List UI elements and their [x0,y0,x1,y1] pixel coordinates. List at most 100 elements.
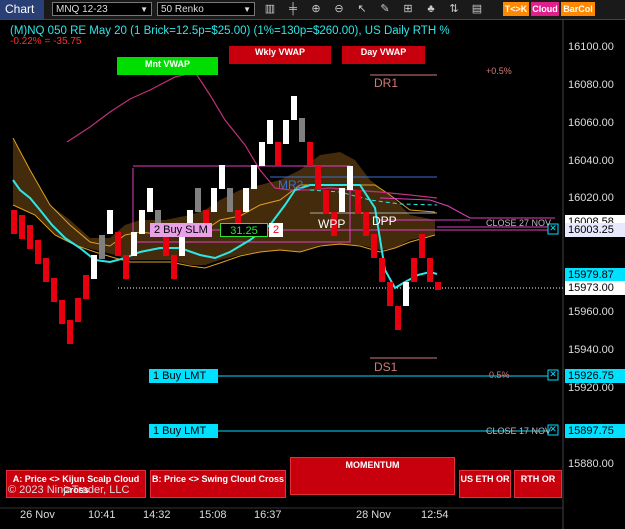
renko-brick [275,142,281,166]
renko-brick [379,258,385,282]
axis-price-label: 16040.00 [568,155,614,167]
renko-brick [83,275,89,299]
renko-brick [67,320,73,344]
axis-price-label: 16020.00 [568,192,614,204]
kijun-price-tag: 15979.87 [565,268,625,282]
cancel-slm-icon[interactable]: ✕ [548,223,558,233]
pct-down-label: 0.5% [489,370,510,380]
buy-slm-quantity[interactable]: 2 [269,223,283,237]
day-vwap-label: Day VWAP [342,46,425,64]
zoom-in-icon[interactable]: ⊕ [309,2,323,16]
renko-brick [19,215,25,239]
axis-price-label: 16100.00 [568,41,614,53]
bar-type-label: 50 Renko [161,4,204,15]
axis-price-label: 15940.00 [568,344,614,356]
renko-brick [267,120,273,144]
bar-style-icon[interactable]: ╪ [286,2,300,16]
renko-brick [171,255,177,279]
buy-slm-offset[interactable]: 31.25 [220,223,268,237]
renko-brick [419,234,425,258]
renko-brick [51,278,57,302]
trade-icon[interactable]: ⇅ [447,2,461,16]
close17-label: CLOSE 17 NOV [486,426,552,436]
close27-label: CLOSE 27 NOV [486,218,552,228]
renko-brick [299,118,305,142]
buy-slm-order-label[interactable]: 2 Buy SLM [150,223,212,237]
momentum-button[interactable]: MOMENTUM [290,457,455,495]
time-axis-label: 16:37 [254,509,282,521]
ds1-label: DS1 [374,360,398,374]
time-axis-label: 10:41 [88,509,116,521]
renko-brick [99,235,105,259]
buy-lmt-order-label-1[interactable]: 1 Buy LMT [149,369,218,383]
us-eth-or-button[interactable]: US ETH OR [459,470,511,498]
renko-brick [123,255,129,279]
axis-price-label: 15880.00 [568,458,614,470]
chart-header-change: -0.22% = -35.75 [10,36,82,47]
renko-brick [427,258,433,282]
renko-brick [43,258,49,282]
renko-brick [11,210,17,234]
time-axis-label: 15:08 [199,509,227,521]
renko-brick [75,298,81,322]
swing-cloud-button[interactable]: B: Price <> Swing Cloud Cross [150,470,286,498]
renko-brick [363,212,369,236]
renko-brick [91,255,97,279]
renko-brick [259,142,265,166]
bar-chart-icon[interactable]: ▥ [263,2,277,16]
instrument-label: MNQ 12-23 [56,4,108,15]
cloud-toggle-button[interactable]: Cloud [531,2,559,16]
tk-toggle-button[interactable]: T<>K [503,2,529,16]
renko-brick [347,166,353,190]
renko-brick [211,188,217,212]
copyright-text: © 2023 NinjaTrader, LLC [8,484,130,496]
time-axis-label: 12:54 [421,509,449,521]
cancel-lmt1-icon[interactable]: ✕ [548,369,558,379]
renko-brick [131,232,137,256]
chevron-down-icon: ▼ [243,5,251,14]
time-axis-label: 26 Nov [20,509,55,521]
pct-up-label: +0.5% [486,66,512,76]
renko-brick [27,225,33,249]
renko-brick [371,234,377,258]
renko-brick [219,165,225,189]
bar-type-selector[interactable]: 50 Renko ▼ [157,2,255,16]
weekly-vwap-label: Wkly VWAP [229,46,331,64]
grid-icon[interactable]: ⊞ [401,2,415,16]
chevron-down-icon: ▼ [140,5,148,14]
axis-price-label: 15920.00 [568,382,614,394]
barcol-toggle-button[interactable]: BarCol [561,2,595,16]
instrument-selector[interactable]: MNQ 12-23 ▼ [52,2,152,16]
buy-lmt-order-label-2[interactable]: 1 Buy LMT [149,424,218,438]
renko-brick [243,188,249,212]
chart-area[interactable]: (M)NQ 050 RE May 20 (1 Brick=12.5p=$25.0… [0,20,625,529]
mr2-label: MR2 [278,178,304,192]
rth-or-button[interactable]: RTH OR [514,470,562,498]
renko-brick [387,282,393,306]
renko-brick [139,210,145,234]
renko-brick [59,300,65,324]
renko-brick [251,165,257,189]
renko-brick [355,190,361,214]
renko-brick [195,188,201,212]
draw-tool-icon[interactable]: ✎ [378,2,392,16]
data-box-icon[interactable]: ▤ [470,2,484,16]
buy-lmt1-price-tag: 15926.75 [565,369,625,383]
pointer-icon[interactable]: ↖ [355,2,369,16]
renko-brick [403,282,409,306]
strategy-icon[interactable]: ♣ [424,2,438,16]
renko-brick [291,96,297,120]
last-price-tag: 15973.00 [565,281,625,295]
renko-brick [435,282,441,290]
cancel-lmt2-icon[interactable]: ✕ [548,424,558,434]
renko-brick [115,232,121,256]
chart-toolbar: Chart MNQ 12-23 ▼ 50 Renko ▼ ▥ ╪ ⊕ ⊖ ↖ ✎… [0,0,625,20]
price-plot[interactable] [0,20,625,529]
renko-brick [323,190,329,214]
buy-lmt2-price-tag: 15897.75 [565,424,625,438]
zoom-out-icon[interactable]: ⊖ [332,2,346,16]
renko-brick [227,188,233,212]
renko-brick [147,188,153,212]
chart-title-tab[interactable]: Chart [0,0,44,19]
renko-brick [107,210,113,234]
